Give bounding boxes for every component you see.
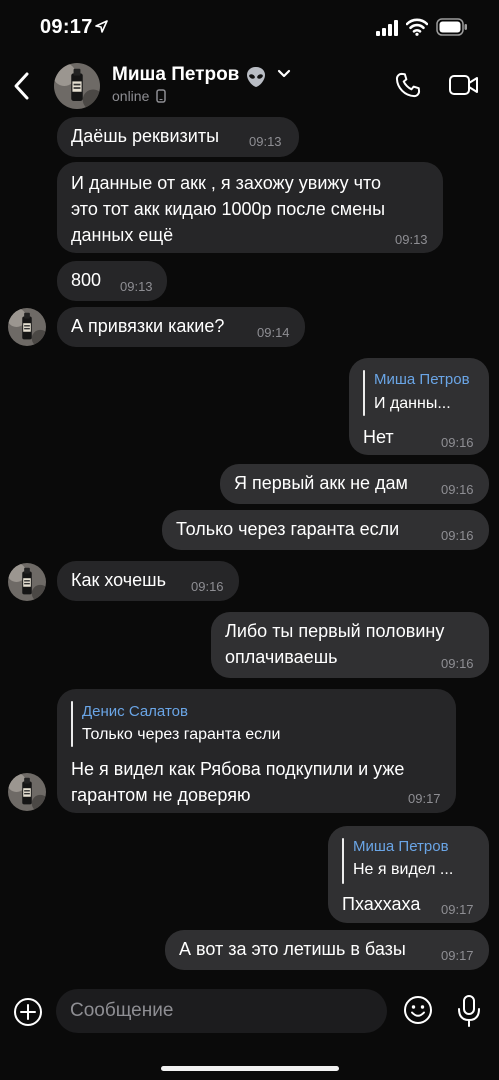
chevron-left-icon[interactable]	[8, 68, 38, 104]
message-text-line: Не я видел как Рябова подкупили и уже	[71, 759, 405, 779]
avatar[interactable]	[8, 773, 46, 811]
message-outgoing[interactable]: Миша Петров И данны... Нет 09:16	[349, 358, 489, 455]
message-time: 09:16	[441, 482, 474, 497]
message-text: А привязки какие?	[71, 316, 225, 336]
message-incoming[interactable]: И данные от акк , я захожу увижу что это…	[57, 162, 443, 253]
location-arrow-icon	[95, 20, 108, 33]
contact-name[interactable]: Миша Петров	[112, 64, 239, 86]
reply-author: Миша Петров	[374, 371, 470, 388]
reply-text: Не я видел ...	[353, 861, 454, 878]
plus-circle-icon[interactable]	[12, 996, 44, 1028]
message-time: 09:13	[120, 279, 153, 294]
message-text: А вот за это летишь в базы	[179, 939, 406, 959]
message-text-line: это тот акк кидаю 1000р после смены	[71, 199, 386, 219]
message-time: 09:16	[441, 528, 474, 543]
reply-author: Денис Салатов	[82, 703, 188, 720]
message-text-line: данных ещё	[71, 225, 174, 245]
battery-icon	[436, 18, 467, 36]
status-time: 09:17	[40, 16, 93, 38]
message-outgoing[interactable]: Миша Петров Не я видел ... Пхаххаха 09:1…	[328, 826, 489, 923]
message-time: 09:17	[408, 791, 441, 806]
message-time: 09:13	[395, 232, 428, 247]
reply-quote-bar	[363, 370, 365, 416]
message-outgoing[interactable]: Я первый акк не дам 09:16	[220, 464, 489, 504]
message-text: 800	[71, 270, 102, 290]
chevron-down-icon[interactable]	[277, 69, 291, 79]
message-text-line: Либо ты первый половину	[225, 621, 445, 641]
home-indicator[interactable]	[161, 1066, 339, 1071]
chat-header: Миша Петров online	[0, 58, 499, 118]
message-text-line: оплачиваешь	[225, 647, 338, 667]
message-incoming[interactable]: 800 09:13	[57, 261, 167, 301]
message-time: 09:17	[441, 902, 474, 917]
message-time: 09:13	[249, 134, 282, 149]
status-bar: 09:17	[0, 0, 499, 58]
message-text: Нет	[363, 427, 394, 447]
message-time: 09:16	[441, 435, 474, 450]
message-time: 09:14	[257, 325, 290, 340]
online-status: online	[112, 88, 167, 104]
message-text: Даёшь реквизиты	[71, 126, 220, 146]
message-incoming[interactable]: А привязки какие? 09:14	[57, 307, 305, 347]
message-outgoing[interactable]: Либо ты первый половину оплачиваешь 09:1…	[211, 612, 489, 678]
video-camera-icon[interactable]	[448, 72, 480, 98]
avatar[interactable]	[8, 308, 46, 346]
reply-text: И данны...	[374, 395, 451, 412]
message-text-line: гарантом не доверяю	[71, 785, 251, 805]
message-incoming[interactable]: Как хочешь 09:16	[57, 561, 239, 601]
online-status-text: online	[112, 88, 150, 104]
alien-emoji-icon	[247, 67, 265, 87]
message-incoming[interactable]: Даёшь реквизиты 09:13	[57, 117, 299, 157]
message-text: Как хочешь	[71, 570, 166, 590]
smiley-icon[interactable]	[402, 994, 434, 1026]
message-text: Только через гаранта если	[176, 519, 400, 539]
reply-quote-bar	[71, 701, 73, 747]
message-composer	[0, 984, 499, 1044]
avatar[interactable]	[54, 63, 100, 109]
phone-icon[interactable]	[394, 71, 422, 99]
message-input[interactable]	[56, 989, 387, 1033]
message-text: Я первый акк не дам	[234, 473, 408, 493]
cellular-signal-icon	[376, 20, 398, 36]
phone-device-icon	[156, 89, 167, 103]
message-time: 09:17	[441, 948, 474, 963]
avatar[interactable]	[8, 563, 46, 601]
reply-text: Только через гаранта если	[82, 726, 281, 743]
message-outgoing[interactable]: Только через гаранта если 09:16	[162, 510, 489, 550]
message-text-line: И данные от акк , я захожу увижу что	[71, 173, 382, 193]
message-incoming[interactable]: Денис Салатов Только через гаранта если …	[57, 689, 456, 813]
message-text: Пхаххаха	[342, 894, 421, 914]
message-time: 09:16	[441, 656, 474, 671]
message-time: 09:16	[191, 579, 224, 594]
reply-quote-bar	[342, 838, 344, 884]
wifi-icon	[406, 18, 428, 36]
message-outgoing[interactable]: А вот за это летишь в базы 09:17	[165, 930, 489, 970]
microphone-icon[interactable]	[455, 994, 483, 1028]
reply-author: Миша Петров	[353, 838, 449, 855]
